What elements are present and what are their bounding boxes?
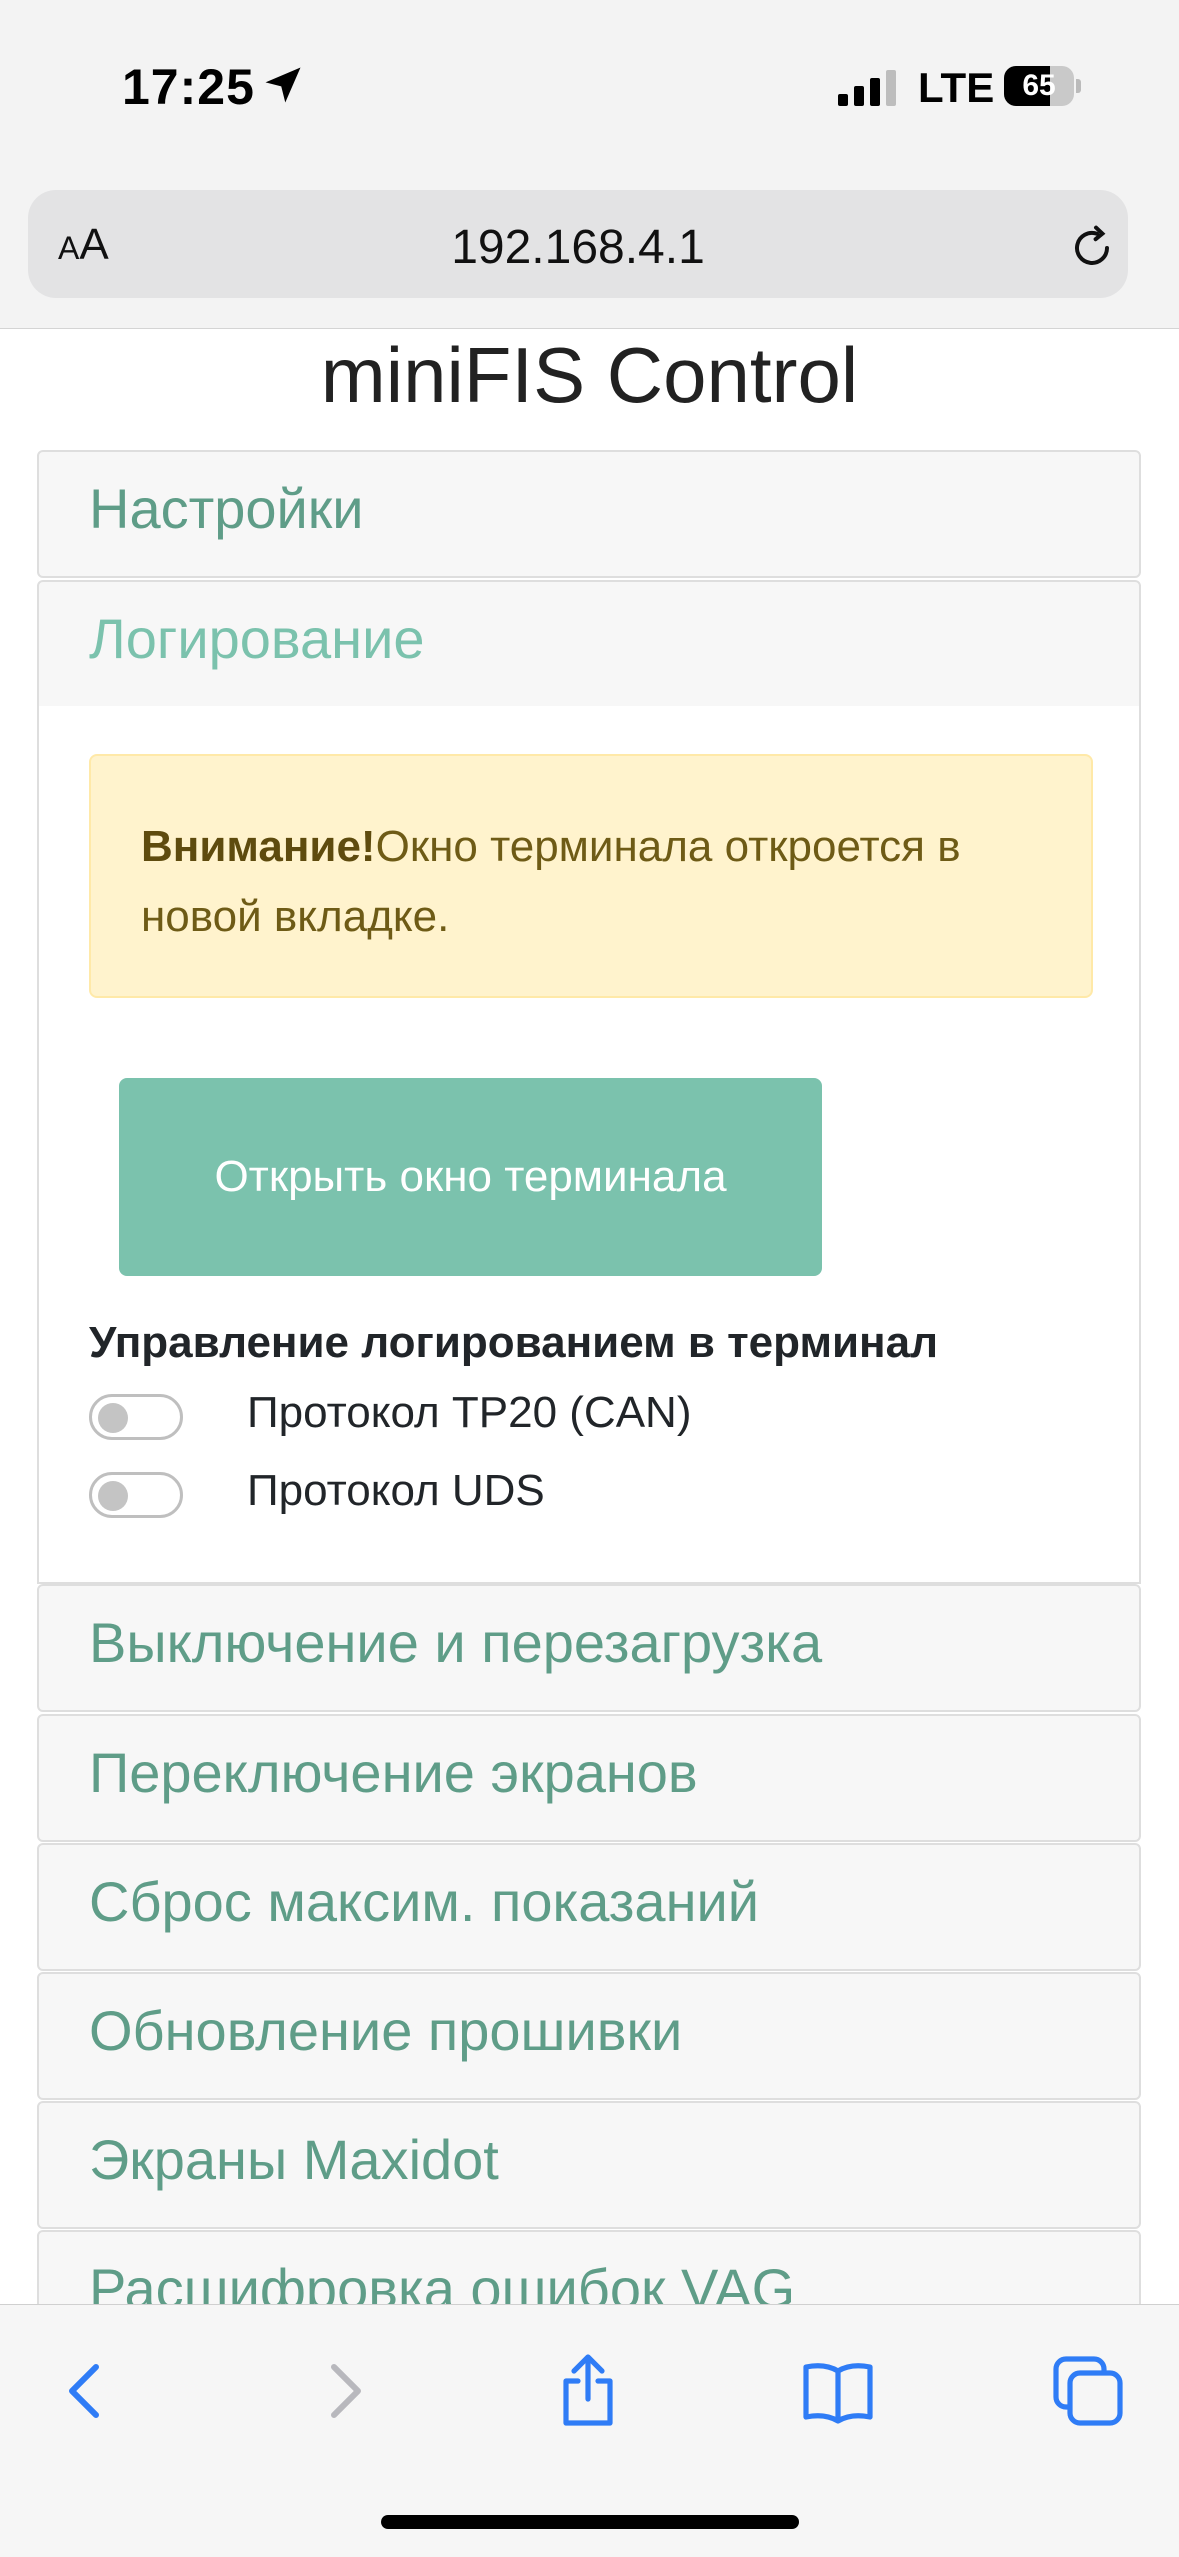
section-title: Настройки [89, 477, 364, 540]
home-indicator [381, 2515, 799, 2529]
alert-bold: Внимание! [141, 822, 376, 871]
cellular-signal-icon [838, 70, 896, 106]
section-reset-max[interactable]: Сброс максим. показаний [37, 1843, 1141, 1971]
tabs-icon[interactable] [1048, 2351, 1128, 2431]
logging-panel: Внимание!Окно терминала откроется в ново… [37, 706, 1141, 1584]
tp20-toggle[interactable] [89, 1394, 183, 1440]
toggle-label: Протокол TP20 (CAN) [247, 1388, 692, 1437]
section-title: Выключение и перезагрузка [89, 1611, 823, 1674]
page-title: miniFIS Control [320, 331, 859, 419]
section-title: Логирование [89, 607, 425, 670]
bookmarks-icon[interactable] [798, 2351, 878, 2431]
logging-control-heading: Управление логированием в терминал [89, 1318, 939, 1367]
section-maxidot-screens[interactable]: Экраны Maxidot [37, 2101, 1141, 2229]
location-arrow-icon [265, 67, 301, 103]
status-bar: 17:25 LTE 65 [0, 0, 1179, 180]
section-firmware-update[interactable]: Обновление прошивки [37, 1972, 1141, 2100]
section-title: Сброс максим. показаний [89, 1870, 760, 1933]
reload-icon[interactable] [1068, 224, 1116, 272]
browser-toolbar [0, 2304, 1179, 2557]
section-settings[interactable]: Настройки [37, 450, 1141, 578]
section-title: Экраны Maxidot [89, 2128, 499, 2191]
address-bar[interactable]: AA 192.168.4.1 [28, 190, 1128, 298]
toggle-label: Протокол UDS [247, 1466, 545, 1515]
back-icon[interactable] [48, 2351, 128, 2431]
section-shutdown-reboot[interactable]: Выключение и перезагрузка [37, 1584, 1141, 1712]
share-icon[interactable] [548, 2351, 628, 2431]
uds-toggle[interactable] [89, 1472, 183, 1518]
section-screen-switch[interactable]: Переключение экранов [37, 1714, 1141, 1842]
network-type: LTE [918, 64, 995, 111]
clock: 17:25 [122, 59, 255, 115]
battery-icon: 65 [1004, 66, 1081, 106]
url-text[interactable]: 192.168.4.1 [28, 220, 1128, 275]
battery-percent: 65 [1022, 69, 1056, 102]
section-logging[interactable]: Логирование [37, 580, 1141, 708]
warning-alert: Внимание!Окно терминала откроется в ново… [89, 754, 1093, 998]
section-title: Обновление прошивки [89, 1999, 683, 2062]
open-terminal-button[interactable]: Открыть окно терминала [119, 1078, 822, 1276]
forward-icon[interactable] [302, 2351, 382, 2431]
section-title: Переключение экранов [89, 1741, 698, 1804]
browser-address-area: AA 192.168.4.1 [0, 180, 1179, 329]
